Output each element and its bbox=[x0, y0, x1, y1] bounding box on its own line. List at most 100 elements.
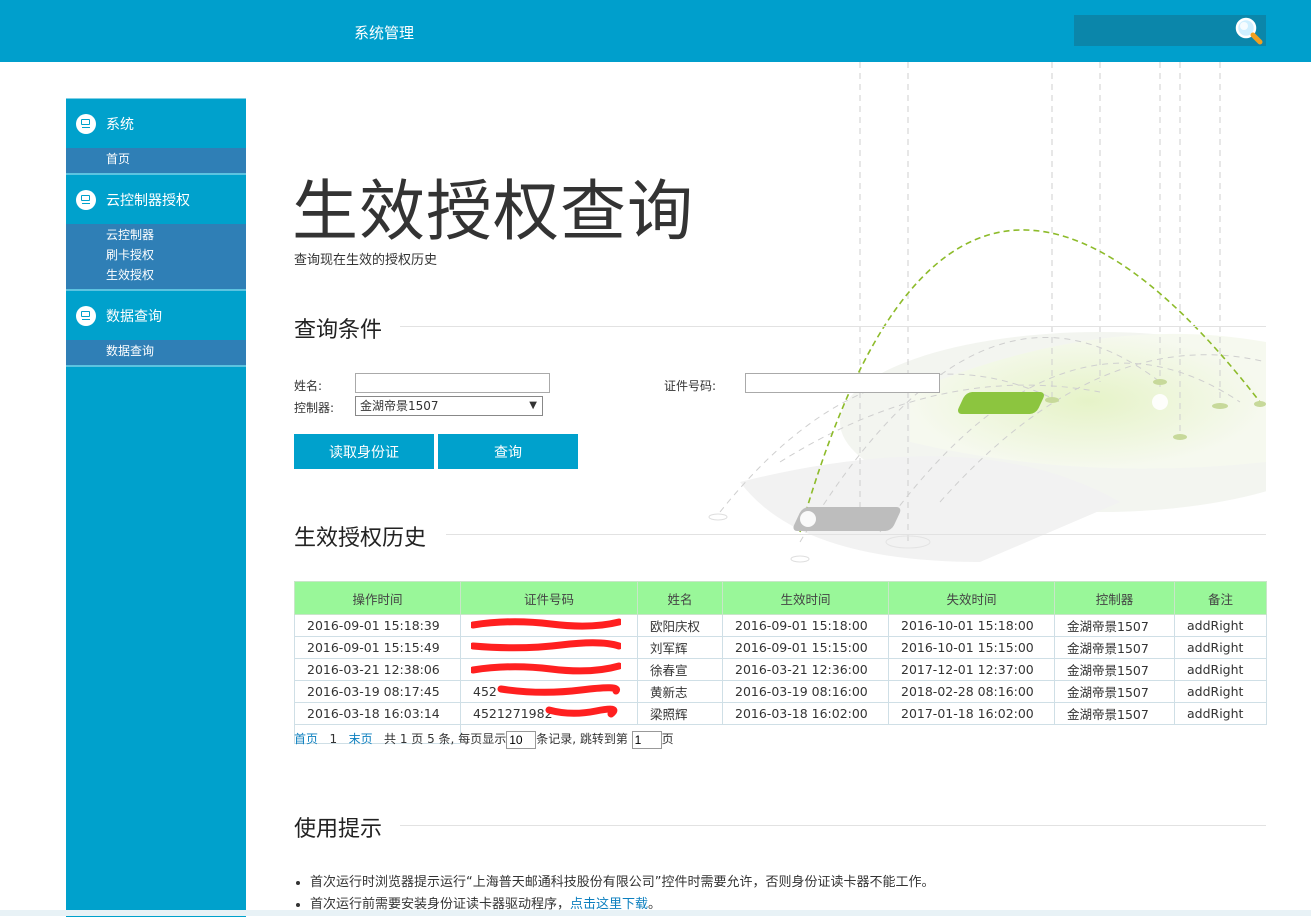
sidebar-item-effective-auth[interactable]: 生效授权 bbox=[66, 265, 246, 285]
sidebar-item-data-query[interactable]: 数据查询 bbox=[66, 341, 246, 361]
table-header-row: 操作时间 证件号码 姓名 生效时间 失效时间 控制器 备注 bbox=[294, 581, 1267, 615]
name-label: 姓名: bbox=[294, 379, 323, 393]
cell-controller: 金湖帝景1507 bbox=[1054, 614, 1175, 637]
cell-start-time: 2016-03-18 16:02:00 bbox=[722, 702, 889, 725]
table-row[interactable]: 2016-09-01 15:15:49 刘军辉 2016-09-01 15:15… bbox=[294, 636, 1267, 659]
nav-sub-cloud-auth: 云控制器 刷卡授权 生效授权 bbox=[66, 224, 246, 289]
bottom-strip bbox=[0, 910, 1311, 916]
magnifier-icon[interactable] bbox=[1232, 15, 1264, 46]
column-header[interactable]: 控制器 bbox=[1054, 581, 1175, 615]
cell-controller: 金湖帝景1507 bbox=[1054, 702, 1175, 725]
cell-name: 欧阳庆权 bbox=[637, 614, 723, 637]
pager-current: 1 bbox=[329, 732, 338, 746]
table-row[interactable]: 2016-03-19 08:17:45 452 黄新志 2016-03-19 0… bbox=[294, 680, 1267, 703]
name-input[interactable] bbox=[355, 373, 550, 393]
network-illustration bbox=[708, 62, 1266, 563]
sidebar-item-home[interactable]: 首页 bbox=[66, 149, 246, 169]
column-header[interactable]: 失效时间 bbox=[888, 581, 1055, 615]
cell-id-number bbox=[460, 636, 638, 659]
column-header[interactable]: 证件号码 bbox=[460, 581, 638, 615]
cell-name: 黄新志 bbox=[637, 680, 723, 703]
cell-operation-time: 2016-09-01 15:18:39 bbox=[294, 614, 461, 637]
cell-id-number: 4521271982 bbox=[460, 702, 638, 725]
nav-head-label: 云控制器授权 bbox=[106, 192, 190, 209]
table-row[interactable]: 2016-03-18 16:03:14 4521271982 梁照辉 2016-… bbox=[294, 702, 1267, 725]
divider bbox=[446, 534, 1266, 535]
cell-controller: 金湖帝景1507 bbox=[1054, 658, 1175, 681]
nav-head-label: 系统 bbox=[106, 116, 134, 133]
column-header[interactable]: 生效时间 bbox=[722, 581, 889, 615]
tip-text: 首次运行时浏览器提示运行“上海普天邮通科技股份有限公司”控件时需要允许，否则身份… bbox=[310, 875, 935, 890]
cell-start-time: 2016-09-01 15:15:00 bbox=[722, 636, 889, 659]
cell-end-time: 2017-01-18 16:02:00 bbox=[888, 702, 1055, 725]
redaction-scribble bbox=[471, 662, 621, 675]
redaction-scribble bbox=[471, 618, 621, 630]
sidebar-item-card-auth[interactable]: 刷卡授权 bbox=[66, 245, 246, 265]
cell-operation-time: 2016-03-19 08:17:45 bbox=[294, 680, 461, 703]
cell-remark: addRight bbox=[1174, 614, 1267, 637]
cell-name: 徐春宣 bbox=[637, 658, 723, 681]
page-jump-input[interactable] bbox=[631, 730, 662, 749]
history-section-title: 生效授权历史 bbox=[294, 526, 427, 551]
page-size-input[interactable] bbox=[506, 730, 537, 749]
cell-remark: addRight bbox=[1174, 658, 1267, 681]
pager-last-link[interactable]: 末页 bbox=[349, 732, 373, 746]
cell-controller: 金湖帝景1507 bbox=[1054, 636, 1175, 659]
caret-down-icon: ▼ bbox=[529, 400, 537, 411]
cell-end-time: 2016-10-01 15:18:00 bbox=[888, 614, 1055, 637]
pager-page-suffix: 页 bbox=[661, 732, 674, 746]
pager-summary: 共 1 页 5 条, 每页显示 bbox=[384, 732, 507, 746]
cell-end-time: 2018-02-28 08:16:00 bbox=[888, 680, 1055, 703]
nav-head-data-query[interactable]: 数据查询 bbox=[66, 291, 246, 340]
sidebar-item-cloud-controller[interactable]: 云控制器 bbox=[66, 225, 246, 245]
cell-remark: addRight bbox=[1174, 680, 1267, 703]
nav-group-data-query: 数据查询 数据查询 bbox=[66, 291, 246, 367]
redaction-scribble bbox=[497, 684, 621, 696]
monitor-icon bbox=[76, 305, 96, 326]
app-title: 系统管理 bbox=[354, 24, 415, 42]
divider bbox=[400, 326, 1266, 327]
cell-remark: addRight bbox=[1174, 702, 1267, 725]
header-search bbox=[1074, 15, 1266, 46]
cell-operation-time: 2016-03-18 16:03:14 bbox=[294, 702, 461, 725]
controller-select[interactable]: 金湖帝景1507 ▼ bbox=[355, 396, 543, 416]
monitor-icon bbox=[76, 113, 96, 134]
cell-id-number: 452 bbox=[460, 680, 638, 703]
pager-jump-text: 条记录, 跳转到第 bbox=[536, 732, 628, 746]
cell-operation-time: 2016-09-01 15:15:49 bbox=[294, 636, 461, 659]
pagination: 首页 1 末页 共 1 页 5 条, 每页显示 条记录, 跳转到第 页 bbox=[294, 730, 674, 749]
monitor-icon bbox=[76, 189, 96, 210]
header-search-input[interactable] bbox=[1074, 15, 1234, 46]
cell-end-time: 2016-10-01 15:15:00 bbox=[888, 636, 1055, 659]
tips-section-title: 使用提示 bbox=[294, 817, 383, 842]
column-header[interactable]: 操作时间 bbox=[294, 581, 461, 615]
table-row[interactable]: 2016-09-01 15:18:39 欧阳庆权 2016-09-01 15:1… bbox=[294, 614, 1267, 637]
divider bbox=[400, 825, 1266, 826]
cell-remark: addRight bbox=[1174, 636, 1267, 659]
nav-head-system[interactable]: 系统 bbox=[66, 99, 246, 148]
top-bar: 系统管理 bbox=[0, 0, 1311, 62]
table-row[interactable]: 2016-03-21 12:38:06 徐春宣 2016-03-21 12:36… bbox=[294, 658, 1267, 681]
history-table: 操作时间 证件号码 姓名 生效时间 失效时间 控制器 备注 2016-09-01… bbox=[294, 581, 1267, 744]
redaction-scribble bbox=[545, 705, 618, 718]
search-button[interactable]: 查询 bbox=[438, 434, 578, 469]
cell-id-number bbox=[460, 614, 638, 637]
page-title: 生效授权查询 bbox=[292, 173, 694, 250]
column-header[interactable]: 备注 bbox=[1174, 581, 1267, 615]
nav-sub-system: 首页 bbox=[66, 148, 246, 173]
cell-end-time: 2017-12-01 12:37:00 bbox=[888, 658, 1055, 681]
cell-controller: 金湖帝景1507 bbox=[1054, 680, 1175, 703]
cell-start-time: 2016-09-01 15:18:00 bbox=[722, 614, 889, 637]
cell-operation-time: 2016-03-21 12:38:06 bbox=[294, 658, 461, 681]
column-header[interactable]: 姓名 bbox=[637, 581, 723, 615]
cell-id-number bbox=[460, 658, 638, 681]
cell-start-time: 2016-03-21 12:36:00 bbox=[722, 658, 889, 681]
tip-item: 首次运行时浏览器提示运行“上海普天邮通科技股份有限公司”控件时需要允许，否则身份… bbox=[310, 872, 934, 894]
read-id-card-button[interactable]: 读取身份证 bbox=[294, 434, 434, 469]
nav-head-cloud-auth[interactable]: 云控制器授权 bbox=[66, 175, 246, 224]
pager-first-link[interactable]: 首页 bbox=[294, 732, 318, 746]
query-section-title: 查询条件 bbox=[294, 318, 383, 343]
cell-name: 刘军辉 bbox=[637, 636, 723, 659]
sidebar: 系统 首页 云控制器授权 云控制器 刷卡授权 生效授权 数据查询 数据查询 bbox=[66, 98, 246, 917]
id-number-input[interactable] bbox=[745, 373, 940, 393]
